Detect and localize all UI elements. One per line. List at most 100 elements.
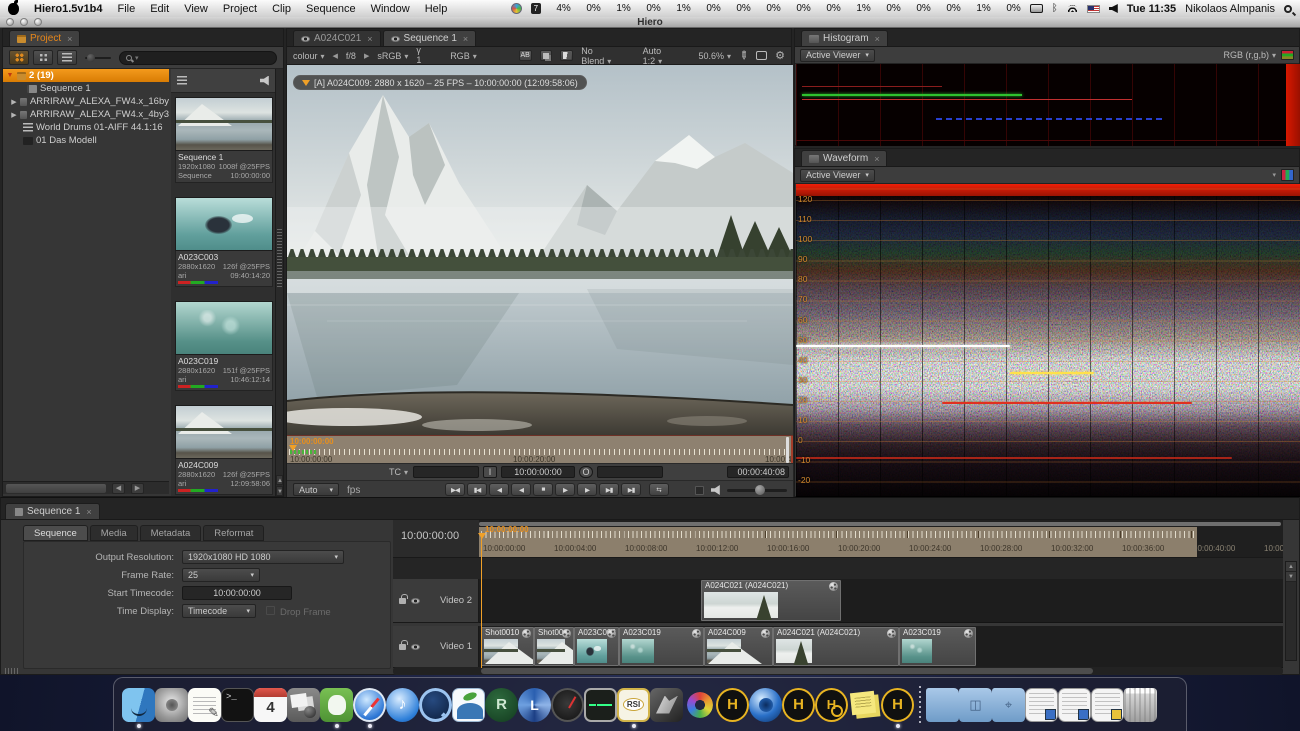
bin-scrollbar[interactable]: ▲ ▼ bbox=[275, 69, 283, 496]
dock-stickies-icon[interactable] bbox=[848, 684, 881, 726]
dock-davinci-resolve-icon[interactable] bbox=[683, 684, 716, 726]
tab-project[interactable]: Project× bbox=[9, 30, 80, 46]
viewer-info-bar[interactable]: [A] A024C009: 2880 x 1620 – 25 FPS – 10:… bbox=[293, 75, 587, 90]
drop-frame-checkbox[interactable] bbox=[266, 606, 275, 615]
out-point-field[interactable] bbox=[597, 466, 663, 478]
timeline-vertical-scrollbar[interactable]: ▲ ▼ bbox=[1285, 561, 1297, 661]
dock-r-app-icon[interactable]: R bbox=[485, 684, 518, 726]
viewer-settings-gear-icon[interactable]: ⚙ bbox=[775, 49, 785, 62]
colour-select[interactable]: colour bbox=[293, 51, 325, 61]
menu-project[interactable]: Project bbox=[223, 3, 257, 15]
dock-window-preview-1-icon[interactable] bbox=[1025, 684, 1058, 726]
dock-quicktime-icon[interactable] bbox=[419, 684, 452, 726]
safe-area-icon[interactable] bbox=[756, 51, 767, 60]
scrollbar-handle[interactable] bbox=[481, 668, 1093, 674]
tree-item-das-modell[interactable]: 01 Das Modell bbox=[3, 134, 169, 147]
scrollbar-handle[interactable] bbox=[6, 484, 106, 493]
menu-clock[interactable]: Tue 11:35 bbox=[1127, 3, 1176, 15]
dock-window-preview-3-icon[interactable] bbox=[1091, 684, 1124, 726]
menu-file[interactable]: File bbox=[117, 3, 135, 15]
timeline-clip-shot0010[interactable]: Shot0010 bbox=[481, 627, 534, 666]
dock-evernote-icon[interactable] bbox=[320, 684, 353, 726]
dock-trash-icon[interactable] bbox=[1124, 684, 1157, 726]
dock-shake-icon[interactable] bbox=[650, 684, 683, 726]
volume-slider[interactable] bbox=[727, 489, 787, 492]
close-icon[interactable]: × bbox=[874, 154, 879, 164]
dock-photo-booth-icon[interactable] bbox=[287, 684, 320, 726]
duration-field[interactable]: 00:00:40:08 bbox=[727, 466, 789, 478]
viewer-tab-a024c021[interactable]: A024C021× bbox=[293, 30, 381, 46]
dock-folder-applications-icon[interactable]: ◫ bbox=[959, 684, 992, 726]
tab-sequence[interactable]: Sequence bbox=[23, 525, 88, 541]
scroll-up-icon[interactable]: ▲ bbox=[1286, 562, 1296, 572]
audio-preview-icon[interactable] bbox=[260, 76, 271, 86]
timeline-zoom-bar[interactable] bbox=[479, 522, 1281, 526]
tree-horizontal-scrollbar[interactable]: ◀ ▶ bbox=[3, 481, 169, 494]
gamma-value[interactable]: γ 1 bbox=[416, 45, 428, 66]
menu-window[interactable]: Window bbox=[371, 3, 410, 15]
bin-item-a024c009[interactable]: A024C009 2880x1620126f @25FPS ari12:09:5… bbox=[175, 405, 273, 495]
set-out-button[interactable]: O bbox=[579, 466, 593, 478]
timeline-horizontal-scrollbar[interactable] bbox=[393, 667, 1283, 675]
viewer-tab-sequence-1[interactable]: Sequence 1× bbox=[383, 30, 477, 46]
timeline-ruler[interactable]: 10:00:00:00 10:00:04:00 10:00:08:00 10:0… bbox=[479, 520, 1283, 557]
dock-dashboard-icon[interactable] bbox=[551, 684, 584, 726]
scroll-down-icon[interactable]: ▼ bbox=[1286, 572, 1296, 582]
dock-l-app-icon[interactable]: L bbox=[518, 684, 551, 726]
prev-edit-button[interactable]: ▮◀ bbox=[467, 483, 487, 496]
logged-in-user[interactable]: Nikolaos Almpanis bbox=[1185, 3, 1275, 15]
project-search-input[interactable]: ▾ bbox=[119, 51, 277, 65]
tc-mode-select[interactable]: TC bbox=[389, 467, 408, 477]
rgb-channels-icon[interactable] bbox=[1281, 50, 1294, 60]
colorspace-select[interactable]: sRGB bbox=[377, 51, 408, 61]
play-button[interactable]: ▶ bbox=[555, 483, 575, 496]
viewer-timeline-strip[interactable]: 10:00:00:00 10:00:00:00 10:00:20:00 10:0… bbox=[287, 435, 793, 463]
zoom-level-select[interactable]: 50.6% bbox=[698, 51, 731, 61]
close-icon[interactable]: × bbox=[67, 34, 72, 44]
output-resolution-select[interactable]: 1920x1080 HD 1080▾ bbox=[182, 550, 344, 564]
dock-folder-documents-icon[interactable] bbox=[926, 684, 959, 726]
clip-thumbnail[interactable] bbox=[175, 197, 273, 251]
scroll-left-button[interactable]: ◀ bbox=[112, 483, 125, 494]
apple-menu-icon[interactable] bbox=[8, 3, 19, 15]
dock-folder-developer-icon[interactable]: ⌖ bbox=[992, 684, 1025, 726]
gain-value[interactable]: f/8 bbox=[346, 51, 356, 61]
histogram-mode-select[interactable]: RGB (r,g,b) bbox=[1223, 50, 1276, 60]
bluetooth-menu-icon[interactable]: ᛒ bbox=[1052, 3, 1058, 14]
track-header-video-1[interactable]: Video 1 bbox=[393, 626, 479, 668]
grid-view-button[interactable] bbox=[9, 50, 29, 65]
timeline-clip-a023c003[interactable]: A023C003 bbox=[574, 627, 619, 666]
timeline-clip-shot00[interactable]: Shot00 bbox=[534, 627, 574, 666]
scrollbar-grip[interactable] bbox=[277, 229, 282, 289]
clip-thumbnail[interactable] bbox=[175, 97, 273, 151]
goto-in-button[interactable]: ▶◀ bbox=[445, 483, 465, 496]
tab-media[interactable]: Media bbox=[90, 525, 138, 541]
next-edit-button[interactable]: ▶▮ bbox=[599, 483, 619, 496]
start-timecode-field[interactable]: 10:00:00:00 bbox=[182, 586, 292, 600]
waveform-source-select[interactable]: Active Viewer▾ bbox=[800, 169, 875, 182]
resize-grip[interactable] bbox=[5, 668, 19, 674]
frame-rate-select[interactable]: 25▾ bbox=[182, 568, 260, 582]
track-visible-icon[interactable] bbox=[411, 598, 420, 604]
viewer-image[interactable]: [A] A024C009: 2880 x 1620 – 25 FPS – 10:… bbox=[287, 65, 793, 435]
spotlight-search-icon[interactable] bbox=[1284, 5, 1292, 13]
lock-icon[interactable] bbox=[399, 644, 406, 650]
close-icon[interactable]: × bbox=[875, 34, 880, 44]
volume-menu-icon[interactable] bbox=[1109, 4, 1118, 13]
expander-icon[interactable]: ▶ bbox=[11, 98, 17, 106]
tab-histogram[interactable]: Histogram× bbox=[801, 30, 888, 46]
tree-item-arriraw-16by9[interactable]: ▶ ARRIRAW_ALEXA_FW4.x_16by bbox=[3, 95, 169, 108]
dock-hiero-icon[interactable]: H bbox=[716, 684, 749, 726]
dock-window-preview-2-icon[interactable] bbox=[1058, 684, 1091, 726]
speaker-icon[interactable] bbox=[711, 485, 722, 495]
scroll-down-icon[interactable]: ▼ bbox=[276, 486, 283, 496]
close-icon[interactable]: × bbox=[367, 34, 372, 44]
strip-scroll-handle[interactable] bbox=[786, 437, 789, 463]
timeline-clip-a023c019-2[interactable]: A023C019 bbox=[899, 627, 976, 666]
channels-select[interactable]: RGB bbox=[450, 51, 477, 61]
menu-help[interactable]: Help bbox=[425, 3, 448, 15]
dock-itunes-icon[interactable] bbox=[386, 684, 419, 726]
tree-item-root[interactable]: ▼ 2 (19) bbox=[3, 69, 169, 82]
timeline-clip-a024c021-v1[interactable]: A024C021 (A024C021) bbox=[773, 627, 899, 666]
tab-waveform[interactable]: Waveform× bbox=[801, 150, 887, 166]
